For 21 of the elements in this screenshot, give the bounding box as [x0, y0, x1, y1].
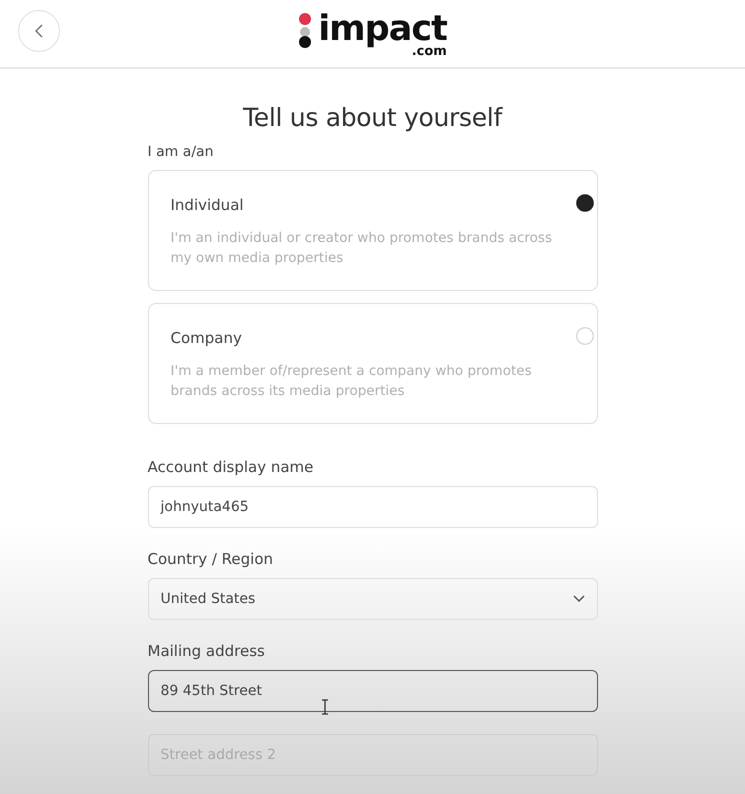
logo-suffix: .com [412, 46, 447, 58]
option-title: Individual [170, 196, 245, 214]
page-title: Tell us about yourself [242, 103, 504, 132]
logo-name: impact [318, 12, 447, 46]
field-label: Country / Region [148, 550, 274, 568]
radio-button[interactable] [576, 194, 594, 212]
text-cursor-icon [320, 699, 328, 715]
field-label: Mailing address [148, 642, 266, 660]
input-field[interactable]: 89 45th Street [148, 670, 598, 712]
input-field[interactable]: johnyuta465 [148, 486, 598, 528]
back-icon [35, 24, 43, 38]
country-dropdown[interactable]: United States [148, 578, 598, 620]
option-description: I'm an individual or creator who promotes brands across my own media properties [170, 229, 553, 268]
field-label: Account display name [148, 458, 314, 476]
option-card[interactable]: Individual I'm an individual or creator who promotes brands across my own media properties [148, 170, 598, 291]
option-title: Company [170, 329, 243, 347]
chevron-down-icon [572, 595, 584, 603]
field-label: I am a/an [148, 144, 214, 160]
option-description: I'm a member of/represent a company who promotes brands across its media properties [170, 362, 533, 401]
back-button[interactable] [18, 10, 60, 52]
option-card[interactable]: Company I'm a member of/represent a company who promotes brands across its media properties [148, 303, 598, 424]
